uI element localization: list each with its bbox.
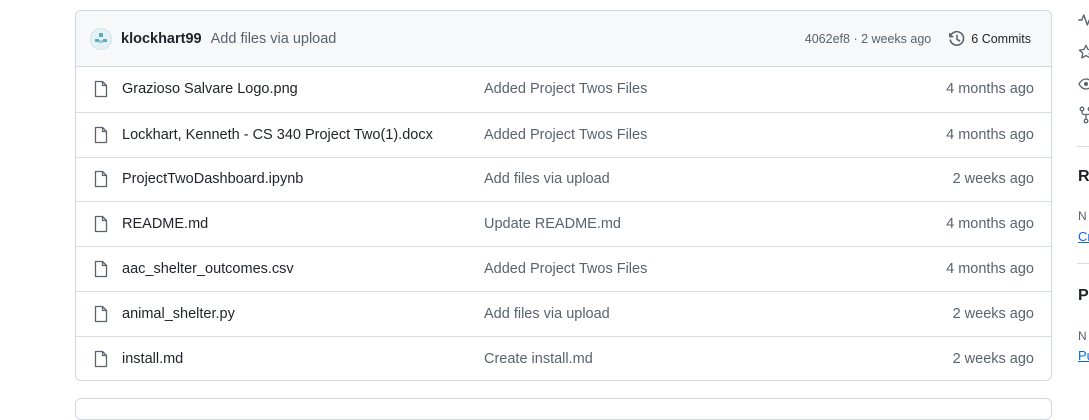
file-commit-date: 4 months ago — [946, 216, 1034, 233]
file-icon — [93, 260, 113, 278]
commits-history-link[interactable]: 6 Commits — [948, 30, 1031, 48]
file-commit-message-link[interactable]: Add files via upload — [484, 171, 953, 187]
packages-heading[interactable]: Pa — [1078, 287, 1089, 305]
file-commit-date: 4 months ago — [946, 126, 1034, 143]
identicon-icon — [95, 32, 107, 43]
file-name-link[interactable]: install.md — [122, 351, 484, 367]
file-row: install.md Create install.md 2 weeks ago — [76, 335, 1051, 380]
file-name-link[interactable]: animal_shelter.py — [122, 306, 484, 322]
create-release-link[interactable]: Cr — [1078, 229, 1089, 244]
file-row: Grazioso Salvare Logo.png Added Project … — [76, 67, 1051, 112]
file-commit-message-link[interactable]: Added Project Twos Files — [484, 261, 946, 277]
eye-icon[interactable] — [1078, 76, 1089, 92]
file-commit-date: 2 weeks ago — [952, 171, 1034, 188]
file-row: animal_shelter.py Add files via upload 2… — [76, 290, 1051, 336]
file-commit-message-link[interactable]: Create install.md — [484, 351, 953, 367]
star-icon[interactable] — [1078, 44, 1089, 60]
file-commit-message-link[interactable]: Add files via upload — [484, 306, 953, 322]
file-commit-message-link[interactable]: Added Project Twos Files — [484, 127, 946, 143]
packages-note: N — [1078, 329, 1087, 343]
file-commit-date: 2 weeks ago — [952, 305, 1034, 322]
history-icon — [949, 30, 965, 46]
file-row: aac_shelter_outcomes.csv Added Project T… — [76, 246, 1051, 291]
file-name-link[interactable]: README.md — [122, 216, 484, 232]
publish-package-link[interactable]: Pu — [1078, 348, 1089, 363]
file-browser: klockhart99 Add files via upload 4062ef8… — [75, 10, 1052, 381]
file-list: Grazioso Salvare Logo.png Added Project … — [76, 67, 1051, 380]
avatar[interactable] — [90, 27, 112, 50]
readme-box — [75, 398, 1052, 420]
pulse-icon[interactable] — [1078, 12, 1089, 28]
file-icon — [93, 215, 113, 233]
sidebar-divider — [1077, 146, 1089, 147]
repo-sidebar: R N Cr Pa N Pu — [1061, 0, 1089, 407]
commits-count-label: 6 Commits — [971, 31, 1031, 46]
file-commit-date: 4 months ago — [946, 81, 1034, 98]
file-name-link[interactable]: aac_shelter_outcomes.csv — [122, 261, 484, 277]
file-name-link[interactable]: Lockhart, Kenneth - CS 340 Project Two(1… — [122, 127, 484, 143]
file-icon — [93, 80, 113, 98]
file-commit-date: 2 weeks ago — [952, 350, 1034, 367]
file-commit-message-link[interactable]: Added Project Twos Files — [484, 81, 946, 97]
file-icon — [93, 170, 113, 188]
file-icon — [93, 350, 113, 368]
file-commit-date: 4 months ago — [946, 261, 1034, 278]
releases-note: N — [1078, 209, 1087, 223]
file-icon — [93, 126, 113, 144]
file-icon — [93, 305, 113, 323]
commit-message-link[interactable]: Add files via upload — [211, 31, 337, 47]
file-name-link[interactable]: Grazioso Salvare Logo.png — [122, 81, 484, 97]
latest-commit-bar: klockhart99 Add files via upload 4062ef8… — [76, 11, 1051, 67]
releases-heading[interactable]: R — [1078, 168, 1089, 186]
file-commit-message-link[interactable]: Update README.md — [484, 216, 946, 232]
commit-author-link[interactable]: klockhart99 — [121, 31, 202, 47]
sidebar-divider — [1077, 263, 1089, 264]
commit-sha-date[interactable]: 4062ef8 · 2 weeks ago — [805, 32, 931, 46]
file-row: ProjectTwoDashboard.ipynb Add files via … — [76, 156, 1051, 202]
file-row: Lockhart, Kenneth - CS 340 Project Two(1… — [76, 111, 1051, 157]
file-row: README.md Update README.md 4 months ago — [76, 201, 1051, 246]
file-name-link[interactable]: ProjectTwoDashboard.ipynb — [122, 171, 484, 187]
fork-icon[interactable] — [1078, 106, 1089, 124]
